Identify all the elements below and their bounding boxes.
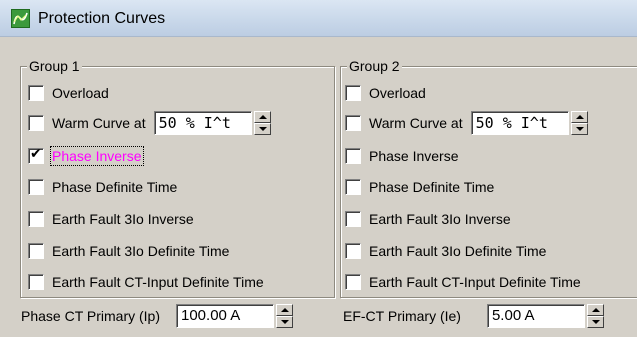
group-2-overload-row[interactable]: Overload — [345, 81, 426, 105]
group-2-warm-curve-checkbox[interactable] — [345, 115, 361, 131]
group-1-overload-label: Overload — [52, 85, 109, 101]
ef-ct-primary-row: EF-CT Primary (Ie) 5.00 A — [343, 303, 604, 329]
group-2-phase-inverse-checkbox[interactable] — [345, 148, 361, 164]
ef-ct-primary-down-button[interactable] — [586, 316, 604, 328]
group-1-warm-curve-up-button[interactable] — [253, 111, 271, 123]
group-2-legend: Group 2 — [347, 58, 402, 74]
phase-ct-primary-label: Phase CT Primary (Ip) — [21, 308, 160, 324]
group-1-overload-row[interactable]: Overload — [28, 81, 109, 105]
ef-ct-primary-up-button[interactable] — [586, 304, 604, 316]
group-1-warm-curve-row[interactable]: Warm Curve at 50 % I^t — [28, 111, 271, 135]
group-2-warm-curve-down-button[interactable] — [570, 123, 588, 135]
group-2-phase-definite-time-row[interactable]: Phase Definite Time — [345, 175, 494, 199]
group-1-earth-fault-definite-time-checkbox[interactable] — [28, 243, 44, 259]
group-2-phase-definite-time-checkbox[interactable] — [345, 179, 361, 195]
group-1-overload-checkbox[interactable] — [28, 85, 44, 101]
group-2-warm-curve-input[interactable]: 50 % I^t — [470, 111, 569, 135]
group-2-phase-inverse-label: Phase Inverse — [369, 148, 459, 164]
group-2-overload-checkbox[interactable] — [345, 85, 361, 101]
group-2-phase-definite-time-label: Phase Definite Time — [369, 179, 495, 195]
group-2-warm-curve-row[interactable]: Warm Curve at 50 % I^t — [345, 111, 588, 135]
group-1-earth-fault-definite-time-row[interactable]: Earth Fault 3Io Definite Time — [28, 239, 229, 263]
group-1-phase-inverse-row[interactable]: Phase Inverse — [28, 144, 144, 168]
group-2-earth-fault-ct-input-checkbox[interactable] — [345, 274, 361, 290]
protection-curves-window: Protection Curves Group 1 Overload Warm … — [0, 0, 637, 337]
group-2-warm-curve-label: Warm Curve at — [369, 115, 463, 131]
group-2-phase-inverse-row[interactable]: Phase Inverse — [345, 144, 459, 168]
group-2-earth-fault-definite-time-checkbox[interactable] — [345, 243, 361, 259]
group-2-overload-label: Overload — [369, 85, 426, 101]
group-1-earth-fault-definite-time-label: Earth Fault 3Io Definite Time — [52, 243, 230, 259]
group-1-earth-fault-inverse-row[interactable]: Earth Fault 3Io Inverse — [28, 207, 194, 231]
group-2-earth-fault-definite-time-label: Earth Fault 3Io Definite Time — [369, 243, 547, 259]
group-2-warm-curve-up-button[interactable] — [570, 111, 588, 123]
phase-ct-primary-spinner[interactable]: 100.00 A — [176, 304, 293, 328]
group-1-earth-fault-ct-input-checkbox[interactable] — [28, 274, 44, 290]
group-1-earth-fault-inverse-label: Earth Fault 3Io Inverse — [52, 211, 194, 227]
group-1-warm-curve-down-button[interactable] — [253, 123, 271, 135]
ef-ct-primary-input[interactable]: 5.00 A — [486, 304, 585, 328]
group-1-warm-curve-checkbox[interactable] — [28, 115, 44, 131]
phase-ct-primary-row: Phase CT Primary (Ip) 100.00 A — [21, 303, 293, 329]
ef-ct-primary-spinner[interactable]: 5.00 A — [486, 304, 604, 328]
group-2-warm-curve-spinner[interactable]: 50 % I^t — [470, 111, 588, 135]
phase-ct-primary-up-button[interactable] — [276, 304, 293, 316]
group-1-earth-fault-inverse-checkbox[interactable] — [28, 211, 44, 227]
app-curve-icon — [11, 9, 30, 28]
group-1-phase-inverse-checkbox[interactable] — [28, 146, 44, 164]
phase-ct-primary-input[interactable]: 100.00 A — [176, 304, 274, 328]
group-2-earth-fault-ct-input-label: Earth Fault CT-Input Definite Time — [369, 274, 581, 290]
group-1-phase-definite-time-checkbox[interactable] — [28, 179, 44, 195]
group-1-warm-curve-spinner[interactable]: 50 % I^t — [153, 111, 271, 135]
group-1-warm-curve-label: Warm Curve at — [52, 115, 146, 131]
group-1-phase-definite-time-row[interactable]: Phase Definite Time — [28, 175, 177, 199]
group-1-legend: Group 1 — [27, 58, 82, 74]
group-1-phase-inverse-label: Phase Inverse — [50, 146, 144, 166]
group-1-earth-fault-ct-input-label: Earth Fault CT-Input Definite Time — [52, 274, 264, 290]
group-2-earth-fault-definite-time-row[interactable]: Earth Fault 3Io Definite Time — [345, 239, 546, 263]
group-2-earth-fault-inverse-row[interactable]: Earth Fault 3Io Inverse — [345, 207, 511, 231]
group-1-phase-definite-time-label: Phase Definite Time — [52, 179, 178, 195]
title-bar[interactable]: Protection Curves — [0, 0, 637, 37]
ef-ct-primary-label: EF-CT Primary (Ie) — [343, 308, 461, 324]
group-2-earth-fault-ct-input-row[interactable]: Earth Fault CT-Input Definite Time — [345, 270, 581, 294]
window-title: Protection Curves — [38, 10, 166, 27]
group-1-warm-curve-input[interactable]: 50 % I^t — [153, 111, 252, 135]
group-2-earth-fault-inverse-label: Earth Fault 3Io Inverse — [369, 211, 511, 227]
phase-ct-primary-down-button[interactable] — [276, 316, 293, 328]
group-2-earth-fault-inverse-checkbox[interactable] — [345, 211, 361, 227]
group-1-earth-fault-ct-input-row[interactable]: Earth Fault CT-Input Definite Time — [28, 270, 264, 294]
